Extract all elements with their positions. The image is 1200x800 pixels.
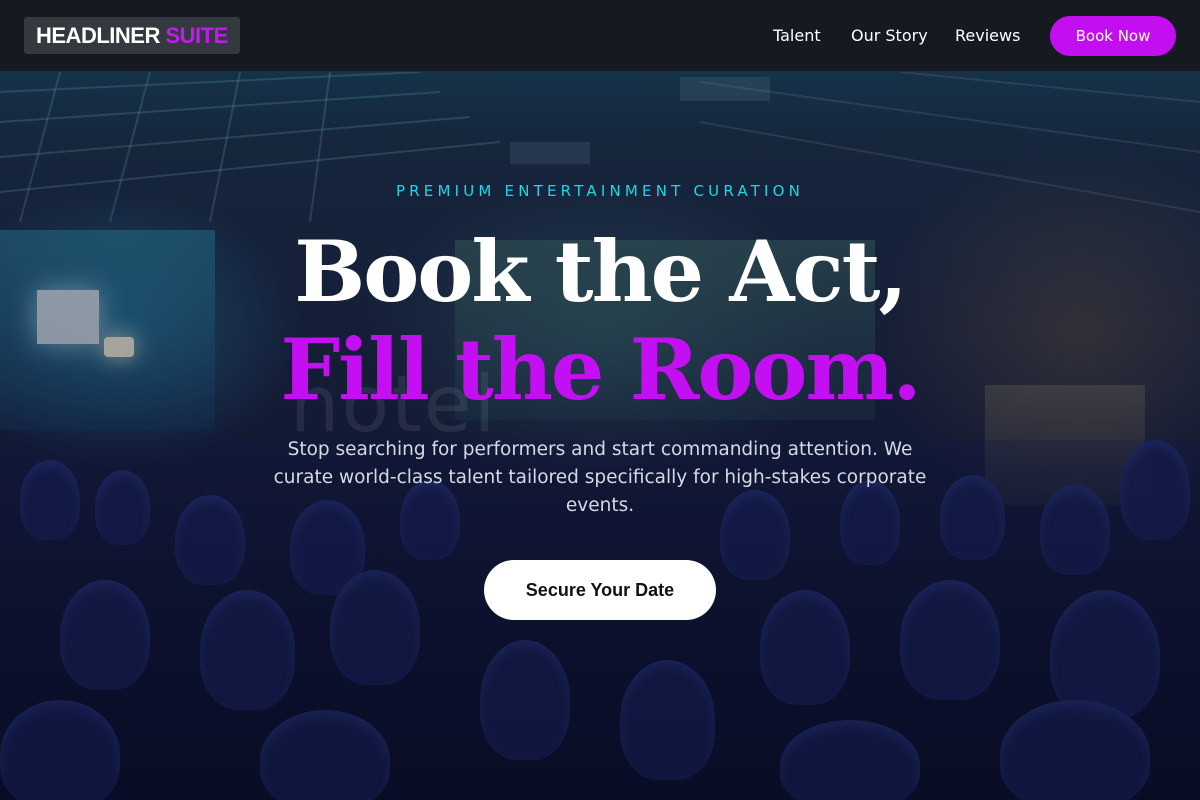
hero-headline-line2: Fill the Room. [280,320,921,419]
nav-link-talent[interactable]: Talent [773,26,821,45]
brand-logo[interactable]: HEADLINER SUITE [24,17,240,54]
landing-page: hotel HEADLINER SUITE Talent Our Story R… [0,0,1200,800]
brand-name-accent: SUITE [165,23,228,48]
hero-headline-line1: Book the Act, [294,222,907,321]
hero-subtext: Stop searching for performers and start … [273,439,927,516]
nav-link-our-story[interactable]: Our Story [851,26,928,45]
hero-eyebrow: PREMIUM ENTERTAINMENT CURATION [395,182,805,200]
book-now-button[interactable]: Book Now [1050,16,1176,56]
top-navigation: HEADLINER SUITE Talent Our Story Reviews… [0,0,1200,72]
brand-name-primary: HEADLINER [36,23,160,48]
nav-link-reviews[interactable]: Reviews [955,26,1020,45]
secure-your-date-button[interactable]: Secure Your Date [484,560,716,620]
